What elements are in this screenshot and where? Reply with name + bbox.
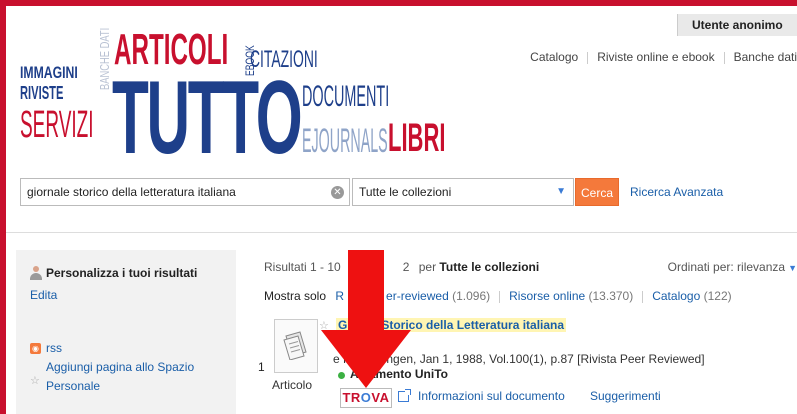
filter-online-resources[interactable]: Risorse online [509,289,585,303]
logo-word-documenti: DOCUMENTI [302,80,390,113]
suggestions-link[interactable]: Suggerimenti [590,389,661,403]
document-info-link[interactable]: Informazioni sul documento [418,389,565,403]
results-per-label: per [418,260,437,274]
top-nav: Catalogo Riviste online e ebook Banche dat… [530,50,797,64]
collection-select-value: Tutte le collezioni [359,185,452,199]
edit-link[interactable]: Edita [30,288,57,302]
chevron-down-icon: ▼ [788,263,797,273]
logo-word-banche-dati: BANCHE DATI [97,27,112,90]
sort-control[interactable]: Ordinati per: rilevanza ▼ [668,260,797,274]
nav-banche-dati[interactable]: Banche dati [734,50,797,64]
filter-separator [642,290,644,303]
trova-label: TROVA [342,390,390,405]
document-thumbnail[interactable] [274,319,318,373]
logo-word-tutto: TUTTO [112,60,303,176]
search-button[interactable]: Cerca [575,178,619,206]
search-row: ✕ Tutte le collezioni ▼ Cerca Ricerca Av… [20,178,797,208]
document-type: Articolo [272,378,313,392]
nav-separator [723,51,725,64]
filter-catalogo[interactable]: Catalogo [652,289,700,303]
star-icon[interactable]: ☆ [30,374,40,387]
user-status[interactable]: Utente anonimo [677,14,797,36]
sort-label: Ordinati per: [667,260,734,274]
show-only-label: Mostra solo [264,289,327,303]
sort-value[interactable]: rilevanza [737,260,785,274]
nav-riviste-ebook[interactable]: Riviste online e ebook [597,50,714,64]
sidebar-title: Personalizza i tuoi risultati [46,266,198,280]
nav-separator [587,51,589,64]
article-icon [283,331,307,360]
nav-catalogo[interactable]: Catalogo [530,50,578,64]
logo-word-riviste: RIVISTE [20,83,64,103]
logo-word-libri: LIBRI [388,116,446,160]
rss-link[interactable]: rss [46,341,62,355]
sidebar: Personalizza i tuoi risultati Edita ◉ rs… [16,250,236,414]
divider [6,232,797,233]
external-link-icon[interactable] [398,389,411,402]
filter-count: (122) [703,289,732,303]
result-number: 1 [258,360,265,374]
chevron-down-icon: ▼ [556,186,566,197]
person-icon [30,266,42,280]
collection-select[interactable]: Tutte le collezioni ▼ [352,178,574,206]
filter-count: (13.370) [588,289,634,303]
add-to-personal-space-link[interactable]: Aggiungi pagina allo Spazio Personale [46,358,226,396]
logo-word-ejournals: EJOURNALS [302,122,388,160]
logo-word-servizi: SERVIZI [20,104,94,146]
rss-icon[interactable]: ◉ [30,343,41,354]
clear-search-icon[interactable]: ✕ [331,186,344,199]
red-arrow-annotation [321,250,411,388]
trova-button[interactable]: TROVA [340,388,392,408]
tutto-logo[interactable]: IMMAGINI BANCHE DATI ARTICOLI EBOOK CITA… [20,26,450,171]
results-collection: Tutte le collezioni [439,260,540,274]
page-frame: Utente anonimo Catalogo Riviste online e … [6,6,797,414]
logo-word-immagini: IMMAGINI [20,63,78,82]
filter-count: (1.096) [452,289,491,303]
filter-separator [499,290,501,303]
advanced-search-link[interactable]: Ricerca Avanzata [630,178,723,206]
search-input[interactable] [20,178,350,206]
